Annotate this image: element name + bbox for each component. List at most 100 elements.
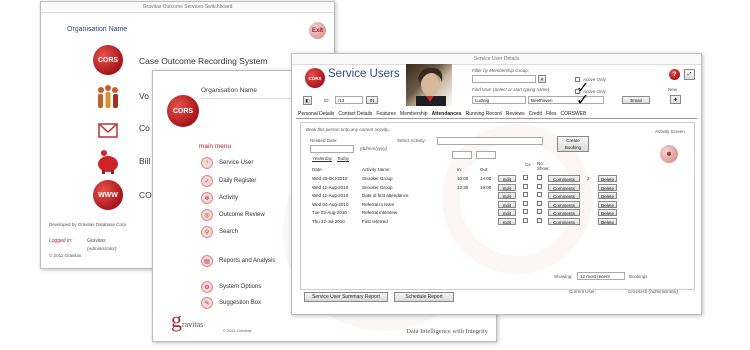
cx-checkbox[interactable] xyxy=(523,183,528,189)
edit-button[interactable]: Edit xyxy=(498,192,516,199)
nav-icon[interactable]: ◧ xyxy=(303,96,312,105)
no-show-checkbox[interactable] xyxy=(537,200,542,206)
time-in-field[interactable] xyxy=(452,151,472,159)
today-link[interactable]: Today xyxy=(337,156,349,161)
schedule-report-button[interactable]: Schedule Report xyxy=(394,292,454,302)
clear-filter-button[interactable]: ✕ xyxy=(538,75,546,83)
out-cell: 14:00 xyxy=(480,176,492,181)
delete-button[interactable]: Delete xyxy=(598,192,617,199)
piggybank-icon[interactable] xyxy=(93,147,123,177)
filter-label: Filter by Membership Group: xyxy=(472,68,530,73)
tab-reviews[interactable]: Reviews xyxy=(506,111,525,117)
page-title: Service Users xyxy=(328,68,400,80)
cx-checkbox[interactable] xyxy=(523,175,528,180)
no-show-checkbox[interactable] xyxy=(537,183,542,189)
tab-running-record[interactable]: Running Record xyxy=(466,111,502,117)
related-date-field[interactable] xyxy=(310,145,354,153)
comments-button[interactable]: Comments xyxy=(548,175,580,182)
cx-checkbox[interactable] xyxy=(523,217,528,223)
delete-button[interactable]: Delete xyxy=(598,217,617,225)
id-go-button[interactable]: IN xyxy=(366,96,378,104)
id-field[interactable]: /13 xyxy=(335,96,363,104)
logged-in-user: Gravitas xyxy=(87,238,106,244)
menu-label: Daily Register xyxy=(219,178,257,184)
cx-checkbox[interactable] xyxy=(523,200,528,206)
menu-item-search[interactable]: ⚲ Search xyxy=(201,226,238,238)
switchboard-item-cors[interactable]: Case Outcome Recording System xyxy=(139,56,268,66)
menu-label: Suggestion Box xyxy=(219,300,262,306)
menu-item-service-user[interactable]: ↑ Service User xyxy=(201,157,253,169)
create-booking-button[interactable]: Create Booking xyxy=(557,136,589,152)
activity-screen-label: Activity Screen xyxy=(655,129,685,134)
delete-button[interactable]: Delete xyxy=(598,175,617,182)
active-only-checkbox[interactable]: ✓ xyxy=(575,77,589,97)
comments-button[interactable]: Comments xyxy=(548,183,580,191)
membership-group-select[interactable] xyxy=(472,75,536,83)
last-name-select[interactable]: Beethoven xyxy=(528,96,604,104)
activity-cell: Referral interview xyxy=(362,210,398,215)
activity-cell: Snooker Group xyxy=(362,176,393,181)
delete-button[interactable]: Delete xyxy=(598,200,617,208)
service-users-window: Service User Details CORS Service Users … xyxy=(291,53,702,315)
edit-button[interactable]: Edit xyxy=(498,183,516,191)
menu-item-reports[interactable]: ▤ Reports and Analysis xyxy=(201,255,275,267)
resize-icon[interactable]: ⤢ xyxy=(684,69,695,80)
yesterday-link[interactable]: Yesterday xyxy=(312,156,332,161)
cx-checkbox[interactable] xyxy=(523,209,528,214)
menu-label: Reports and Analysis xyxy=(219,258,276,264)
edit-button[interactable]: Edit xyxy=(498,175,516,182)
no-show-checkbox[interactable] xyxy=(537,209,542,214)
edit-button[interactable]: Edit xyxy=(498,200,516,208)
delete-button[interactable]: Delete xyxy=(598,183,617,191)
people-icon[interactable] xyxy=(93,82,123,112)
cx-checkbox[interactable] xyxy=(523,192,528,197)
menu-item-activity[interactable]: ❄ Activity xyxy=(201,192,238,204)
comments-button[interactable]: Comments xyxy=(548,209,580,216)
edit-button[interactable]: Edit xyxy=(498,217,516,225)
exit-button[interactable]: Exit xyxy=(309,22,326,39)
tab-attendances[interactable]: Attendances xyxy=(432,111,462,117)
new-user-icon[interactable]: ✚ xyxy=(670,95,681,104)
summary-report-button[interactable]: Service User Summary Report xyxy=(304,292,388,302)
menu-item-daily-register[interactable]: ✓ Daily Register xyxy=(201,175,256,187)
tab-credit[interactable]: Credit xyxy=(529,111,542,117)
switchboard-item-vo[interactable]: Vo xyxy=(139,91,149,101)
tab-corsweb[interactable]: CORSWEB xyxy=(561,111,587,117)
cors-logo[interactable]: CORS xyxy=(93,45,123,75)
switchboard-item-co2[interactable]: CO xyxy=(139,190,152,200)
switchboard-item-bill[interactable]: Bill xyxy=(139,156,150,166)
active-only-checkbox-2[interactable]: ✓ xyxy=(575,89,589,109)
showing-select[interactable]: 12 most recent xyxy=(577,272,625,280)
www-icon[interactable]: WWW xyxy=(93,180,123,210)
help-icon[interactable]: ? xyxy=(669,69,680,80)
menu-item-suggestion-box[interactable]: ✎ Suggestion Box xyxy=(201,297,261,309)
col-cx: Cx xyxy=(525,162,531,167)
no-show-checkbox[interactable] xyxy=(537,175,542,180)
menu-item-outcome-review[interactable]: ◎ Outcome Review xyxy=(201,209,265,221)
first-name-field[interactable]: Ludwig xyxy=(472,96,526,104)
showing-label: Showing: xyxy=(554,274,573,279)
delete-button[interactable]: Delete xyxy=(598,209,617,216)
comments-button[interactable]: Comments xyxy=(548,217,580,225)
menu-item-system-options[interactable]: ⚙ System Options xyxy=(201,281,261,293)
cors-logo: CORS xyxy=(305,68,325,88)
tab-contact-details[interactable]: Contact Details xyxy=(338,111,372,117)
tab-personal-details[interactable]: Personal Details xyxy=(298,111,334,117)
tab-features[interactable]: Features xyxy=(376,111,396,117)
switchboard-item-co[interactable]: Co xyxy=(139,123,150,133)
email-button[interactable]: Email xyxy=(622,96,650,104)
activity-select[interactable] xyxy=(437,137,543,145)
tab-membership[interactable]: Membership xyxy=(400,111,428,117)
mail-icon[interactable] xyxy=(93,115,123,145)
menu-label: Outcome Review xyxy=(219,212,265,218)
edit-button[interactable]: Edit xyxy=(498,209,516,216)
comments-button[interactable]: Comments xyxy=(548,200,580,208)
time-out-field[interactable] xyxy=(476,151,496,159)
activity-screen-icon[interactable]: ❄ xyxy=(660,145,678,163)
tab-files[interactable]: Files xyxy=(546,111,557,117)
no-show-checkbox[interactable] xyxy=(537,217,542,223)
active-only-label-2: Active Only xyxy=(583,89,606,94)
no-show-checkbox[interactable] xyxy=(537,192,542,197)
col-in: In: xyxy=(457,167,463,172)
comments-button[interactable]: Comments xyxy=(548,192,580,199)
